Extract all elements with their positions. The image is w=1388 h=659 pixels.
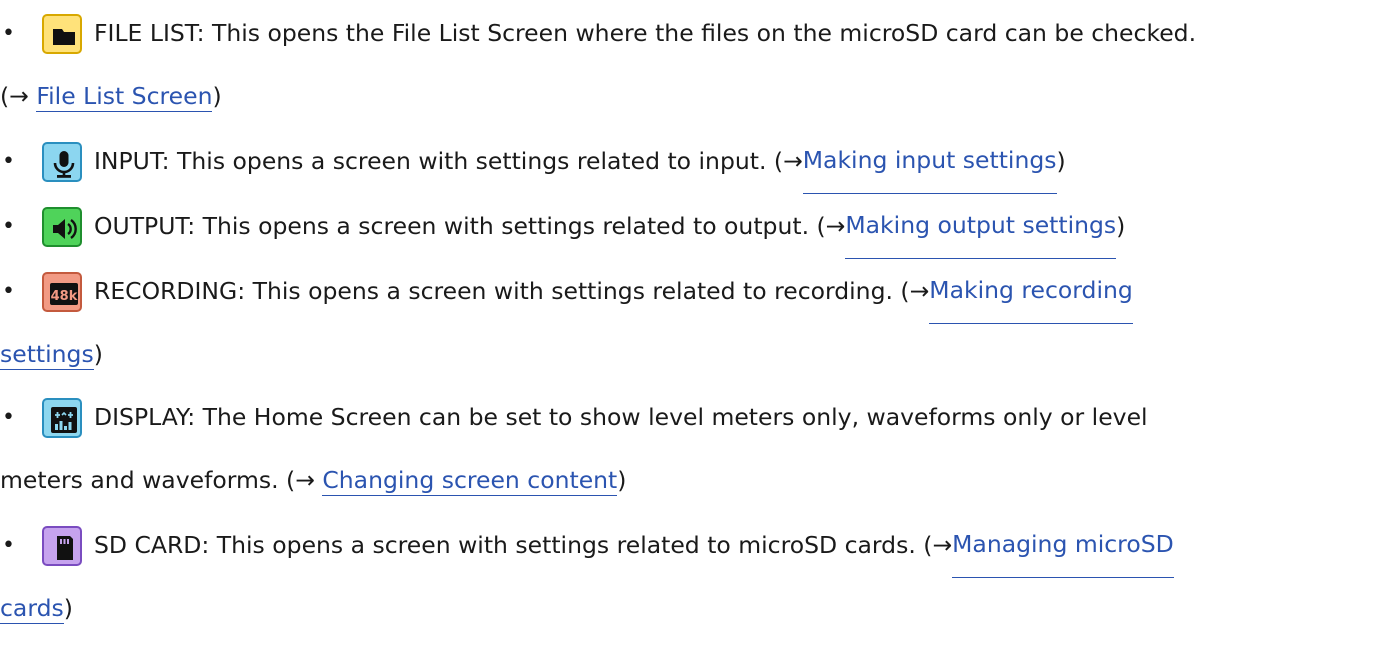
bullet: • xyxy=(2,279,15,304)
bullet: • xyxy=(2,149,15,174)
file-list-description: FILE LIST: This opens the File List Scre… xyxy=(94,19,1197,47)
sample-rate-48k-icon: 48k xyxy=(42,271,82,312)
arrow-prefix: (→ xyxy=(0,82,37,110)
managing-microsd-cards-link-cont[interactable]: cards xyxy=(0,594,64,624)
sd-card-description: SD CARD: This opens a screen with settin… xyxy=(94,531,953,559)
sd-card-icon xyxy=(42,525,82,566)
making-output-settings-link[interactable]: Making output settings xyxy=(845,194,1117,259)
making-recording-settings-link-cont[interactable]: settings xyxy=(0,340,94,370)
folder-icon xyxy=(42,13,82,54)
close-paren: ) xyxy=(93,340,103,368)
display-description: DISPLAY: The Home Screen can be set to s… xyxy=(94,403,1148,431)
close-paren: ) xyxy=(1116,212,1126,240)
bullet: • xyxy=(2,405,15,430)
input-description: INPUT: This opens a screen with settings… xyxy=(94,147,803,175)
display-description-cont: meters and waveforms. (→ xyxy=(0,466,323,494)
file-list-screen-link[interactable]: File List Screen xyxy=(36,82,213,112)
microphone-icon xyxy=(42,141,82,182)
managing-microsd-cards-link[interactable]: Managing microSD xyxy=(952,513,1174,578)
recording-description: RECORDING: This opens a screen with sett… xyxy=(94,277,930,305)
speaker-icon xyxy=(42,206,82,247)
bullet: • xyxy=(2,214,15,239)
display-meters-icon xyxy=(42,397,82,438)
close-paren: ) xyxy=(212,82,222,110)
bullet: • xyxy=(2,533,15,558)
bullet: • xyxy=(2,21,15,46)
close-paren: ) xyxy=(1056,147,1066,175)
settings-menu-list: • FILE LIST: This opens the File List Sc… xyxy=(0,0,1388,659)
close-paren: ) xyxy=(63,594,73,622)
output-description: OUTPUT: This opens a screen with setting… xyxy=(94,212,846,240)
making-recording-settings-link[interactable]: Making recording xyxy=(929,259,1133,324)
svg-text:48k: 48k xyxy=(51,289,78,304)
close-paren: ) xyxy=(617,466,627,494)
making-input-settings-link[interactable]: Making input settings xyxy=(802,129,1057,194)
changing-screen-content-link[interactable]: Changing screen content xyxy=(322,466,618,496)
